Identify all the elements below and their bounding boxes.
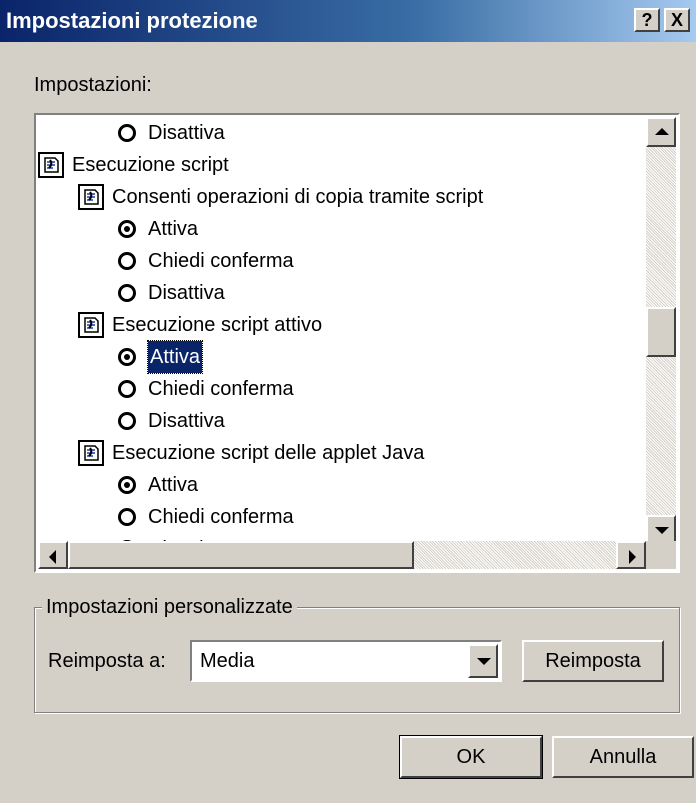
radio-checked-icon[interactable] bbox=[118, 476, 136, 494]
item-label: Chiedi conferma bbox=[148, 250, 294, 272]
item-label: Disattiva bbox=[148, 410, 225, 432]
radio-checked-icon[interactable] bbox=[118, 220, 136, 238]
combo-dropdown-button[interactable] bbox=[468, 644, 498, 678]
item-label: Disattiva bbox=[148, 122, 225, 144]
item-label: Esecuzione script delle applet Java bbox=[112, 442, 425, 464]
item-label: Attiva bbox=[146, 340, 204, 374]
settings-list[interactable]: Disattiva Esecuzione script Consenti opera… bbox=[34, 113, 680, 573]
item-label: Esecuzione script attivo bbox=[112, 314, 323, 336]
script-icon bbox=[38, 152, 64, 178]
radio-unchecked-icon[interactable] bbox=[118, 380, 136, 398]
arrow-up-icon bbox=[655, 128, 669, 135]
item-label: Attiva bbox=[148, 218, 199, 240]
item-label: Chiedi conferma bbox=[148, 506, 294, 528]
close-button[interactable]: X bbox=[664, 8, 690, 32]
item-label: Consenti operazioni di copia tramite scr… bbox=[112, 186, 484, 208]
reset-to-label: Reimposta a: bbox=[48, 650, 166, 672]
reset-button[interactable]: Reimposta bbox=[522, 640, 664, 682]
security-level-combo[interactable]: Media bbox=[190, 640, 502, 682]
arrow-left-icon bbox=[49, 550, 56, 564]
scroll-thumb[interactable] bbox=[646, 307, 676, 357]
scroll-corner bbox=[646, 541, 676, 569]
radio-unchecked-icon[interactable] bbox=[118, 412, 136, 430]
radio-unchecked-icon[interactable] bbox=[118, 508, 136, 526]
arrow-down-icon bbox=[655, 527, 669, 534]
cancel-button[interactable]: Annulla bbox=[552, 736, 694, 778]
custom-settings-legend: Impostazioni personalizzate bbox=[42, 596, 297, 619]
window-title: Impostazioni protezione bbox=[6, 8, 258, 33]
scroll-left-button[interactable] bbox=[38, 541, 68, 569]
hscroll-thumb[interactable] bbox=[68, 541, 414, 569]
radio-unchecked-icon[interactable] bbox=[118, 252, 136, 270]
arrow-right-icon bbox=[629, 550, 636, 564]
scroll-right-button[interactable] bbox=[616, 541, 646, 569]
combo-value: Media bbox=[200, 650, 255, 672]
item-label: Chiedi conferma bbox=[148, 378, 294, 400]
item-label: Attiva bbox=[148, 474, 199, 496]
settings-label: Impostazioni: bbox=[34, 74, 152, 96]
ok-button[interactable]: OK bbox=[399, 735, 543, 779]
help-button[interactable]: ? bbox=[634, 8, 660, 32]
script-icon bbox=[78, 184, 104, 210]
script-icon bbox=[78, 440, 104, 466]
horizontal-scrollbar[interactable] bbox=[38, 541, 646, 569]
script-icon bbox=[78, 312, 104, 338]
title-bar[interactable]: Impostazioni protezione ? X bbox=[0, 0, 696, 42]
scroll-up-button[interactable] bbox=[646, 117, 676, 147]
item-label: Disattiva bbox=[148, 282, 225, 304]
radio-checked-icon[interactable] bbox=[118, 348, 136, 366]
radio-unchecked-icon[interactable] bbox=[118, 124, 136, 142]
radio-unchecked-icon[interactable] bbox=[118, 284, 136, 302]
chevron-down-icon bbox=[477, 658, 491, 665]
item-label: Esecuzione script bbox=[72, 154, 229, 176]
settings-tree: Disattiva Esecuzione script Consenti opera… bbox=[38, 117, 646, 545]
vertical-scrollbar[interactable] bbox=[646, 117, 676, 545]
